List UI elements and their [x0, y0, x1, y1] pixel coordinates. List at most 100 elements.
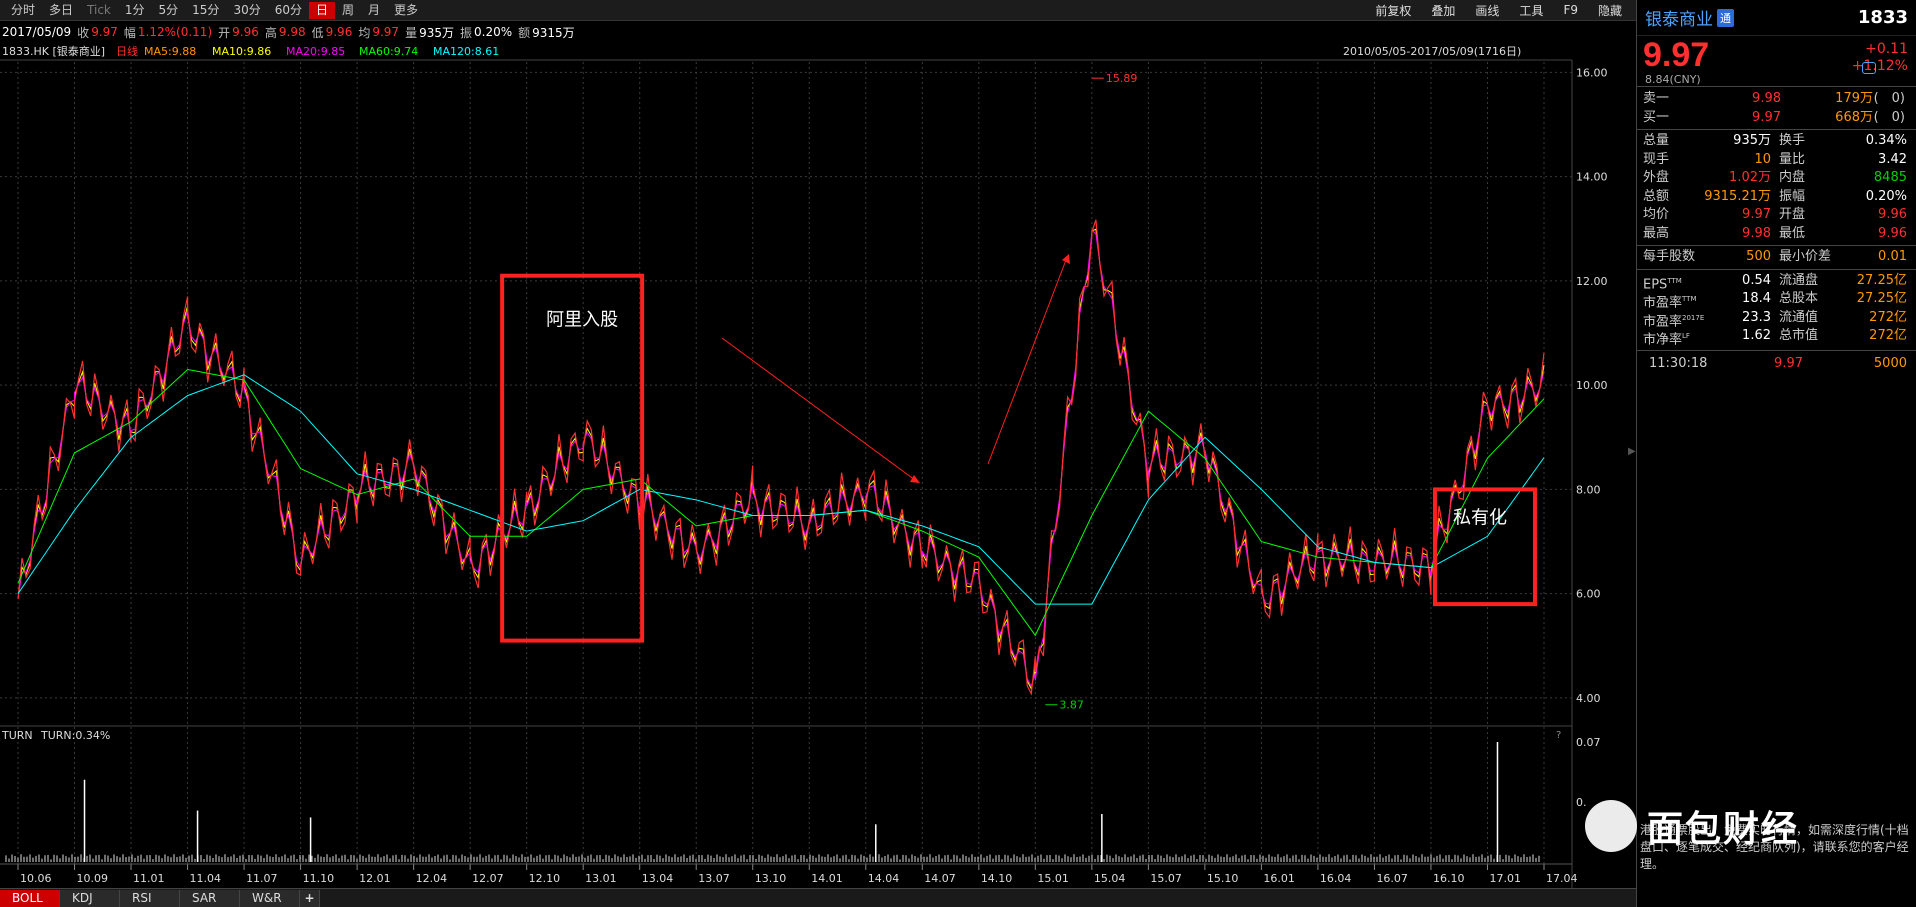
x-tick-label: 11.10: [303, 872, 335, 885]
stock-code: 1833: [1857, 7, 1908, 28]
tool-menu-item-4[interactable]: F9: [1553, 3, 1588, 17]
indicator-name: TURN: [1, 729, 33, 742]
fund-label: 市盈率TTM: [1643, 295, 1697, 311]
period-toolbar: 分时 多日 Tick 1分 5分 15分 30分 60分日周月更多 前复权 叠加 画线 工具 F9 隐藏: [0, 0, 1636, 21]
turn-help-icon: ?: [1556, 730, 1561, 741]
tab-period-6[interactable]: 30分: [226, 2, 267, 19]
y-tick-label: 12.00: [1576, 275, 1608, 288]
x-tick-label: 14.04: [868, 872, 900, 885]
x-tick-label: 14.07: [924, 872, 956, 885]
fund-label: 市盈率2017E: [1643, 313, 1705, 329]
tool-menu-item-5[interactable]: 隐藏: [1588, 2, 1632, 19]
kline-chart-area[interactable]: 10.06 10.09 11.01 11.04 11.07 11.10 12.01 12.04…: [0, 42, 1636, 888]
bid-price: 9.97: [1752, 110, 1781, 125]
add-indicator-button[interactable]: +: [300, 889, 320, 907]
info-date: 2017/05/09: [2, 25, 72, 39]
tick-size-label: 最小价差: [1779, 249, 1832, 264]
cny-price: 8.84(CNY): [1645, 73, 1701, 86]
stat-label: 内盘: [1779, 170, 1806, 185]
x-tick-label: 13.07: [698, 872, 730, 885]
watermark: 面包财经: [1585, 800, 1799, 852]
indicator-tab-boll[interactable]: BOLL: [0, 889, 60, 907]
legend-date-range: 2010/05/05-2017/05/09(1716日): [1343, 45, 1521, 58]
stat-label: 最低: [1779, 225, 1806, 241]
legend-ma120: MA120:8.61: [433, 45, 499, 58]
tool-menu-item-0[interactable]: 前复权: [1365, 2, 1421, 19]
tab-period-3[interactable]: 1分: [118, 2, 152, 19]
tab-period-11[interactable]: 更多: [387, 2, 425, 19]
x-tick-label: 12.04: [416, 872, 448, 885]
stat-label: 最高: [1643, 225, 1670, 241]
info-close: 9.97: [91, 25, 118, 39]
tool-menu-item-3[interactable]: 工具: [1509, 2, 1553, 19]
fund-label: 总股本: [1779, 291, 1819, 306]
tick-time: 11:30:18: [1649, 355, 1708, 371]
panel-collapse-icon[interactable]: ▶: [1628, 440, 1636, 464]
tab-period-4[interactable]: 5分: [152, 2, 186, 19]
fundamental-row: 市盈率2017E 23.3 流通值 272亿: [1643, 309, 1910, 329]
x-tick-label: 15.07: [1150, 872, 1182, 885]
lot-grid: 每手股数 500 最小价差 0.01: [1637, 248, 1916, 267]
x-tick-label: 16.01: [1263, 872, 1295, 885]
stat-label: 振幅: [1779, 188, 1806, 204]
tab-period-2[interactable]: Tick: [80, 2, 118, 19]
stats-grid: 总量 935万 换手 0.34% 现手 10 量比 3.42 外盘 1.02万 内盘 8485 总额 93…: [1637, 132, 1916, 243]
tab-period-10[interactable]: 月: [361, 2, 387, 19]
info-amt: 9315万: [532, 25, 575, 40]
indicator-tab-rsi[interactable]: RSI: [120, 889, 180, 907]
tab-period-0[interactable]: 分时: [4, 2, 42, 19]
fundamentals-grid: EPSTTM 0.54 流通盘 27.25亿 市盈率TTM 18.4 总股本 27.25亿 市盈…: [1637, 272, 1916, 348]
fund-value: 272亿: [1869, 309, 1907, 325]
y-tick-label: 16.00: [1576, 66, 1608, 79]
x-tick-label: 15.04: [1094, 872, 1126, 885]
info-amp: 0.20%: [474, 25, 513, 39]
info-high: 9.98: [278, 25, 306, 39]
fundamental-row: 市净率LF 1.62 总市值 272亿: [1643, 327, 1910, 348]
fund-label: 市净率LF: [1643, 332, 1690, 348]
ask-label: 卖一: [1643, 91, 1670, 106]
x-tick-label: 15.10: [1207, 872, 1239, 885]
wechat-logo-icon: [1585, 800, 1637, 852]
indicator-tabs: BOLL KDJ RSI SAR W&R +: [0, 888, 1636, 907]
fund-value: 27.25亿: [1856, 272, 1907, 288]
tab-period-1[interactable]: 多日: [42, 2, 80, 19]
eye-icon[interactable]: [1862, 62, 1876, 74]
bid-label: 买一: [1643, 110, 1670, 125]
stats-row: 外盘 1.02万 内盘 8485: [1643, 169, 1910, 188]
fund-label: 流通值: [1779, 309, 1819, 325]
indicator-tab-wr[interactable]: W&R: [240, 889, 300, 907]
x-tick-label: 17.04: [1546, 872, 1578, 885]
down-arrow-line: [721, 337, 916, 481]
fundamental-row: 市盈率TTM 18.4 总股本 27.25亿: [1643, 290, 1910, 311]
stat-value: 3.42: [1878, 151, 1907, 167]
price-change: +0.11 +1.12%: [1852, 41, 1908, 75]
stat-label: 均价: [1643, 207, 1670, 222]
stat-value: 9.96: [1878, 225, 1907, 241]
stat-value: 9315.21万: [1704, 188, 1771, 204]
marker-label: 15.89: [1106, 72, 1138, 85]
stat-value: 935万: [1733, 133, 1771, 148]
info-avg-label: 均: [358, 25, 371, 40]
tab-period-7[interactable]: 60分: [268, 2, 309, 19]
indicator-tab-sar[interactable]: SAR: [180, 889, 240, 907]
marker-label: 3.87: [1059, 699, 1084, 712]
tab-period-9[interactable]: 周: [335, 2, 361, 19]
legend-code: 1833.HK [银泰商业]: [2, 44, 105, 58]
y-tick-label: 4.00: [1576, 692, 1601, 705]
tab-period-5[interactable]: 15分: [185, 2, 226, 19]
x-tick-label: 13.04: [642, 872, 674, 885]
tool-menu-item-2[interactable]: 画线: [1465, 2, 1509, 19]
info-change-label: 幅: [123, 25, 136, 40]
x-tick-label: 11.01: [133, 872, 165, 885]
info-high-label: 高: [264, 25, 277, 40]
stat-label: 总额: [1643, 188, 1670, 204]
tool-menu-item-1[interactable]: 叠加: [1421, 2, 1465, 19]
trading-terminal: { "toolbar": { "periods": ["分时","多日","Ti…: [0, 0, 1916, 907]
kline-chart-svg[interactable]: 10.06 10.09 11.01 11.04 11.07 11.10 12.01 12.04…: [0, 42, 1636, 888]
chart-grid: 10.06 10.09 11.01 11.04 11.07 11.10 12.01 12.04…: [0, 59, 1608, 888]
indicator-tab-kdj[interactable]: KDJ: [60, 889, 120, 907]
stat-label: 现手: [1643, 151, 1670, 167]
tab-period-8[interactable]: 日: [309, 1, 336, 19]
stat-value: 8485: [1873, 170, 1907, 185]
fund-label: 总市值: [1779, 328, 1819, 343]
